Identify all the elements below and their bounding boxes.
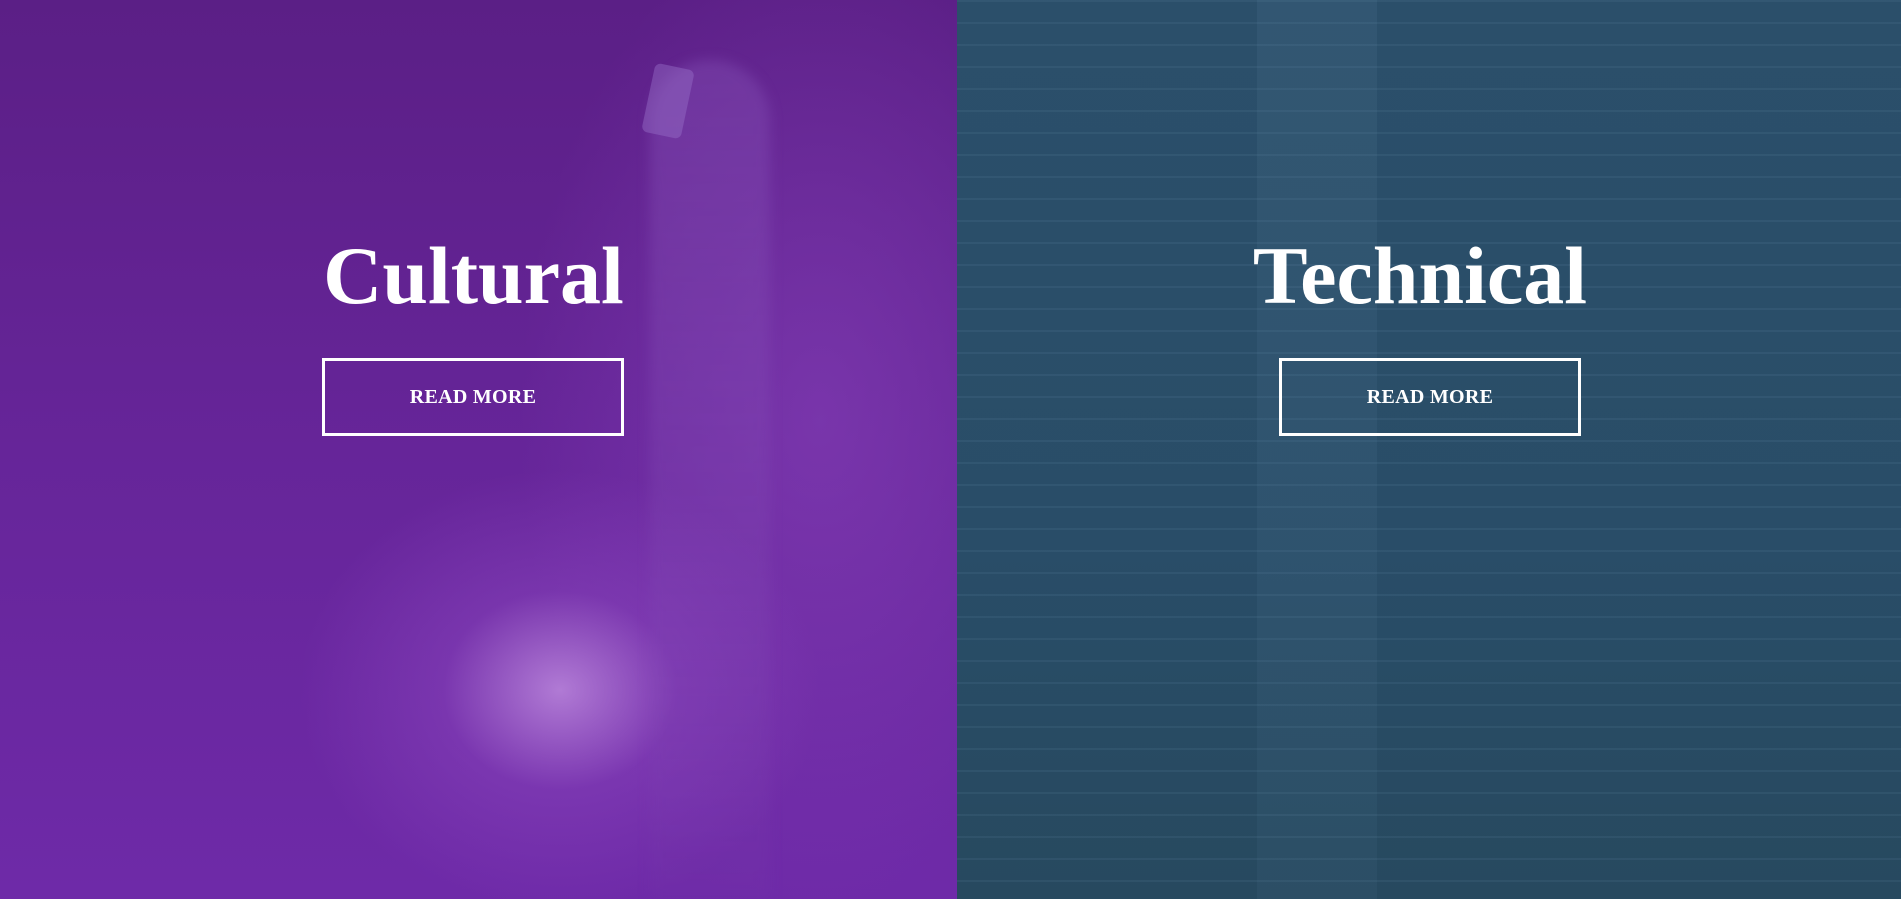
- cultural-title: Cultural: [323, 230, 624, 321]
- cultural-panel: Cultural READ MORE: [0, 0, 957, 899]
- technical-panel: Technical READ MORE: [957, 0, 1901, 899]
- cultural-content: Cultural READ MORE: [0, 0, 957, 899]
- cultural-read-more-button[interactable]: READ MORE: [322, 358, 624, 436]
- technical-read-more-button[interactable]: READ MORE: [1279, 358, 1581, 436]
- technical-title: Technical: [1252, 230, 1588, 321]
- technical-content: Technical READ MORE: [957, 0, 1901, 899]
- split-hero: Cultural READ MORE Technical READ MORE: [0, 0, 1901, 899]
